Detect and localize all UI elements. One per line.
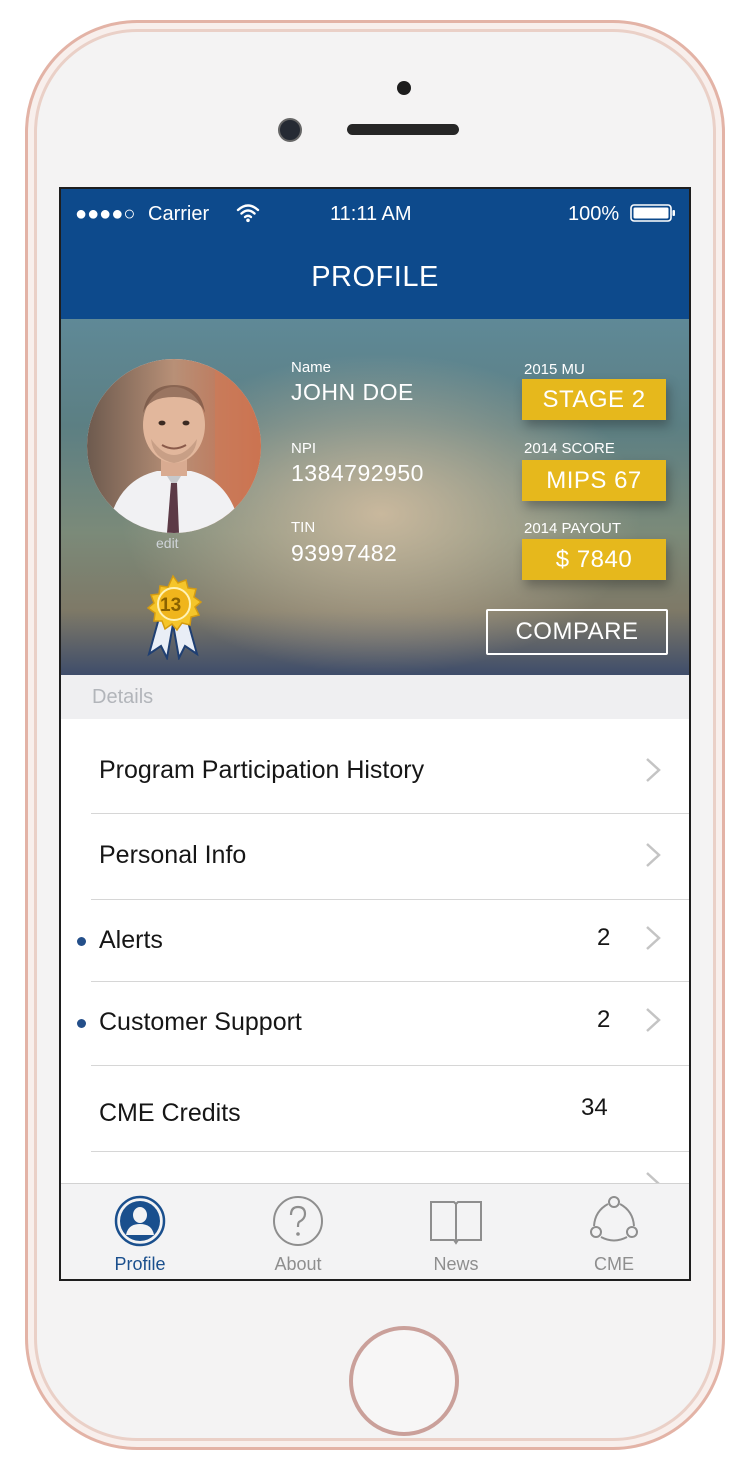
tab-cme[interactable]: CME — [535, 1184, 689, 1279]
payout-pill: $ 7840 — [522, 539, 666, 580]
tab-label: CME — [594, 1254, 634, 1274]
avatar[interactable] — [87, 359, 261, 533]
question-circle-icon — [273, 1196, 323, 1246]
status-bar: ●●●●○ Carrier 11:11 AM 100% — [61, 189, 689, 239]
alerts-count: 2 — [597, 924, 611, 951]
score-stat-label: 2014 SCORE — [524, 440, 615, 457]
signal-strength: ●●●●○ — [75, 203, 136, 225]
tin-label: TIN — [291, 519, 316, 536]
tab-label: Profile — [114, 1254, 166, 1274]
tab-label: About — [274, 1254, 322, 1274]
details-section-header: Details — [61, 675, 689, 719]
earpiece-speaker — [347, 124, 459, 135]
book-icon — [430, 1201, 482, 1245]
wifi-icon — [236, 204, 260, 223]
page-title: PROFILE — [311, 261, 439, 293]
status-time: 11:11 AM — [330, 203, 412, 225]
list-item-customer-support[interactable]: Customer Support 2 — [61, 981, 689, 1065]
carrier-name: Carrier — [148, 203, 210, 225]
home-button[interactable] — [349, 1326, 459, 1436]
support-count: 2 — [597, 1006, 611, 1033]
battery-icon — [630, 204, 675, 222]
list-item-label: CME Credits — [99, 1099, 241, 1127]
share-cycle-icon — [590, 1196, 638, 1242]
ribbon-badge-icon — [146, 574, 203, 660]
chevron-right-icon — [646, 843, 661, 867]
list-item-label: Customer Support — [99, 1008, 302, 1036]
badge-number: 13 — [160, 595, 182, 616]
battery-percentage: 100% — [568, 203, 620, 225]
list-item-personal-info[interactable]: Personal Info — [61, 813, 689, 899]
chevron-right-icon — [646, 1008, 661, 1032]
front-camera — [278, 118, 302, 142]
npi-value: 1384792950 — [291, 460, 424, 486]
unread-dot — [77, 1019, 86, 1028]
details-header-label: Details — [92, 686, 154, 708]
app-screen: ●●●●○ Carrier 11:11 AM 100% PROFILE edit… — [59, 187, 691, 1281]
profile-icon — [114, 1195, 166, 1247]
chevron-right-icon — [646, 926, 661, 950]
list-item-cme-credits[interactable]: CME Credits 34 — [61, 1065, 689, 1151]
details-list: Program Participation History Personal I… — [61, 719, 689, 1211]
profile-header: edit 13 Name JOHN DOE NPI 1384792950 TIN… — [61, 319, 689, 675]
list-item-label: Alerts — [99, 926, 163, 954]
tab-profile[interactable]: Profile — [61, 1184, 219, 1279]
cme-credits-count: 34 — [581, 1094, 608, 1121]
navigation-bar: PROFILE — [61, 239, 689, 319]
unread-dot — [77, 937, 86, 946]
mu-stat-label: 2015 MU — [524, 361, 585, 378]
tab-about[interactable]: About — [219, 1184, 377, 1279]
list-item-label: Personal Info — [99, 841, 247, 869]
tin-value: 93997482 — [291, 540, 398, 566]
tab-news[interactable]: News — [377, 1184, 535, 1279]
list-item-alerts[interactable]: Alerts 2 — [61, 899, 689, 981]
tab-bar: Profile About News CME — [61, 1183, 689, 1279]
list-item-label: Program Participation History — [99, 756, 425, 784]
name-label: Name — [291, 359, 332, 376]
npi-label: NPI — [291, 440, 317, 457]
proximity-sensor — [397, 81, 411, 95]
list-item-program-history[interactable]: Program Participation History — [61, 719, 689, 813]
mu-stage-pill: STAGE 2 — [522, 379, 666, 420]
payout-stat-label: 2014 PAYOUT — [524, 520, 621, 537]
avatar-photo — [87, 359, 261, 533]
compare-button[interactable]: COMPARE — [486, 609, 668, 655]
edit-avatar-link[interactable]: edit — [156, 535, 179, 551]
chevron-right-icon — [646, 758, 661, 782]
mips-score-pill: MIPS 67 — [522, 460, 666, 501]
tab-label: News — [433, 1254, 479, 1274]
name-value: JOHN DOE — [291, 379, 414, 405]
